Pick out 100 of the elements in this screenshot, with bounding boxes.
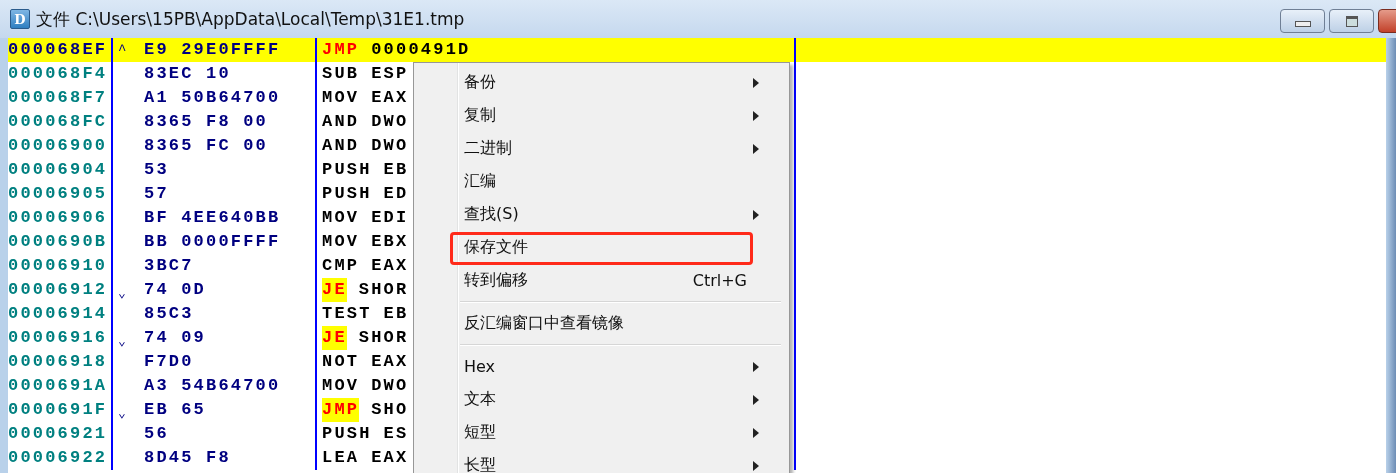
hex-cell-text: A3 54B64700 bbox=[144, 375, 281, 397]
operand: ES bbox=[383, 423, 409, 445]
operand: EAX bbox=[371, 351, 409, 373]
operand: ED bbox=[383, 183, 409, 205]
submenu-arrow-icon bbox=[753, 362, 759, 372]
jump-mark: ⌄ bbox=[118, 333, 129, 351]
hex-cell-text: 8365 F8 00 bbox=[144, 111, 269, 133]
menu-item[interactable]: Hex bbox=[414, 350, 789, 383]
mnemonic: MOV bbox=[322, 231, 360, 253]
hex-cell-text: 83EC 10 bbox=[144, 63, 231, 85]
selected-row[interactable]: 000068EF ^ E9 29E0FFFF JMP 0000491D bbox=[8, 38, 1386, 62]
mnemonic: AND bbox=[322, 135, 360, 157]
operand: SHOR bbox=[358, 279, 409, 301]
hex-cell-text: 56 bbox=[144, 423, 169, 445]
hex-cell-text: A1 50B64700 bbox=[144, 87, 281, 109]
mnemonic: LEA bbox=[322, 447, 360, 469]
mnemonic: PUSH bbox=[322, 423, 372, 445]
submenu-arrow-icon bbox=[753, 111, 759, 121]
address-cell: 00006904 bbox=[8, 158, 113, 182]
submenu-arrow-icon bbox=[753, 461, 759, 471]
jump-mark: ⌄ bbox=[118, 285, 129, 303]
address-cell: 00006906 bbox=[8, 206, 113, 230]
window-title: 文件 C:\Users\15PB\AppData\Local\Temp\31E1.tmp bbox=[36, 7, 465, 31]
hex-cell-text: BF 4EE640BB bbox=[144, 207, 281, 229]
app-icon: D bbox=[10, 9, 30, 29]
address-cell: 00006914 bbox=[8, 302, 113, 326]
menu-item[interactable]: 反汇编窗口中查看镜像 bbox=[414, 307, 789, 340]
hex-cell-text: 8D45 F8 bbox=[144, 447, 231, 469]
mnemonic: AND bbox=[322, 111, 360, 133]
address-cell: 00006921 bbox=[8, 422, 113, 446]
hex-cell-text: EB 65 bbox=[144, 399, 206, 421]
menu-item[interactable]: 文本 bbox=[414, 383, 789, 416]
address-cell: 0000691A bbox=[8, 374, 113, 398]
operand: EAX bbox=[371, 87, 409, 109]
operand: ESP bbox=[371, 63, 409, 85]
address-cell: 00006912 bbox=[8, 278, 113, 302]
mnemonic: PUSH bbox=[322, 159, 372, 181]
mnemonic: NOT bbox=[322, 351, 360, 373]
mnemonic: PUSH bbox=[322, 183, 372, 205]
hex-cell-text: 57 bbox=[144, 183, 169, 205]
mnemonic: MOV bbox=[322, 375, 360, 397]
menu-item[interactable]: 短型 bbox=[414, 416, 789, 449]
hex-cell-text: 74 09 bbox=[144, 327, 206, 349]
submenu-arrow-icon bbox=[753, 210, 759, 220]
address-cell: 00006922 bbox=[8, 446, 113, 470]
menu-item[interactable]: 转到偏移 Ctrl+G bbox=[414, 264, 789, 297]
address-cell: 00006910 bbox=[8, 254, 113, 278]
operand: 0000491D bbox=[371, 39, 471, 61]
submenu-arrow-icon bbox=[753, 78, 759, 88]
submenu-arrow-icon bbox=[753, 428, 759, 438]
mnemonic: SUB bbox=[322, 63, 360, 85]
address-cell: 00006905 bbox=[8, 182, 113, 206]
address-cell: 000068EF bbox=[8, 38, 113, 62]
minimize-button[interactable] bbox=[1280, 9, 1325, 33]
operand: EB bbox=[383, 159, 409, 181]
menu-item[interactable]: 保存文件 bbox=[414, 231, 789, 264]
menu-item[interactable]: 二进制 bbox=[414, 132, 789, 165]
hex-cell-text: 53 bbox=[144, 159, 169, 181]
mnemonic: JMP bbox=[322, 398, 360, 422]
menu-item[interactable]: 复制 bbox=[414, 99, 789, 132]
operand: EB bbox=[383, 303, 409, 325]
mnemonic: JE bbox=[322, 326, 347, 350]
address-cell: 00006918 bbox=[8, 350, 113, 374]
hex-cell-text: 85C3 bbox=[144, 303, 194, 325]
operand: DWO bbox=[371, 375, 409, 397]
operand: EDI bbox=[371, 207, 409, 229]
mnemonic: JE bbox=[322, 278, 347, 302]
operand: EBX bbox=[371, 231, 409, 253]
address-cell: 0000690B bbox=[8, 230, 113, 254]
operand: EAX bbox=[371, 255, 409, 277]
jump-mark: ^ bbox=[118, 41, 129, 60]
address-cell: 000068FC bbox=[8, 110, 113, 134]
mnemonic: MOV bbox=[322, 87, 360, 109]
menu-item[interactable]: 汇编 bbox=[414, 165, 789, 198]
hex-cell-text: 3BC7 bbox=[144, 255, 194, 277]
operand: SHO bbox=[371, 399, 409, 421]
operand: DWO bbox=[371, 111, 409, 133]
mnemonic: MOV bbox=[322, 207, 360, 229]
address-cell: 000068F7 bbox=[8, 86, 113, 110]
address-cell: 0000691F bbox=[8, 398, 113, 422]
address-cell: 000068F4 bbox=[8, 62, 113, 86]
hex-cell-text: 74 0D bbox=[144, 279, 206, 301]
submenu-arrow-icon bbox=[753, 395, 759, 405]
maximize-button[interactable] bbox=[1329, 9, 1374, 33]
address-cell: 00006916 bbox=[8, 326, 113, 350]
address-cell: 00006900 bbox=[8, 134, 113, 158]
submenu-arrow-icon bbox=[753, 144, 759, 154]
operand: DWO bbox=[371, 135, 409, 157]
hex-cell-text: 8365 FC 00 bbox=[144, 135, 269, 157]
mnemonic: TEST bbox=[322, 303, 372, 325]
menu-item[interactable]: 备份 bbox=[414, 66, 789, 99]
mnemonic: CMP bbox=[322, 255, 360, 277]
hex-cell-text: E9 29E0FFFF bbox=[144, 39, 281, 61]
menu-item[interactable]: 查找(S) bbox=[414, 198, 789, 231]
menu-item[interactable]: 长型 bbox=[414, 449, 789, 473]
operand: EAX bbox=[371, 447, 409, 469]
hex-cell-text: F7D0 bbox=[144, 351, 194, 373]
jump-mark: ⌄ bbox=[118, 405, 129, 423]
hex-cell-text: BB 0000FFFF bbox=[144, 231, 281, 253]
mnemonic: JMP bbox=[322, 39, 360, 61]
